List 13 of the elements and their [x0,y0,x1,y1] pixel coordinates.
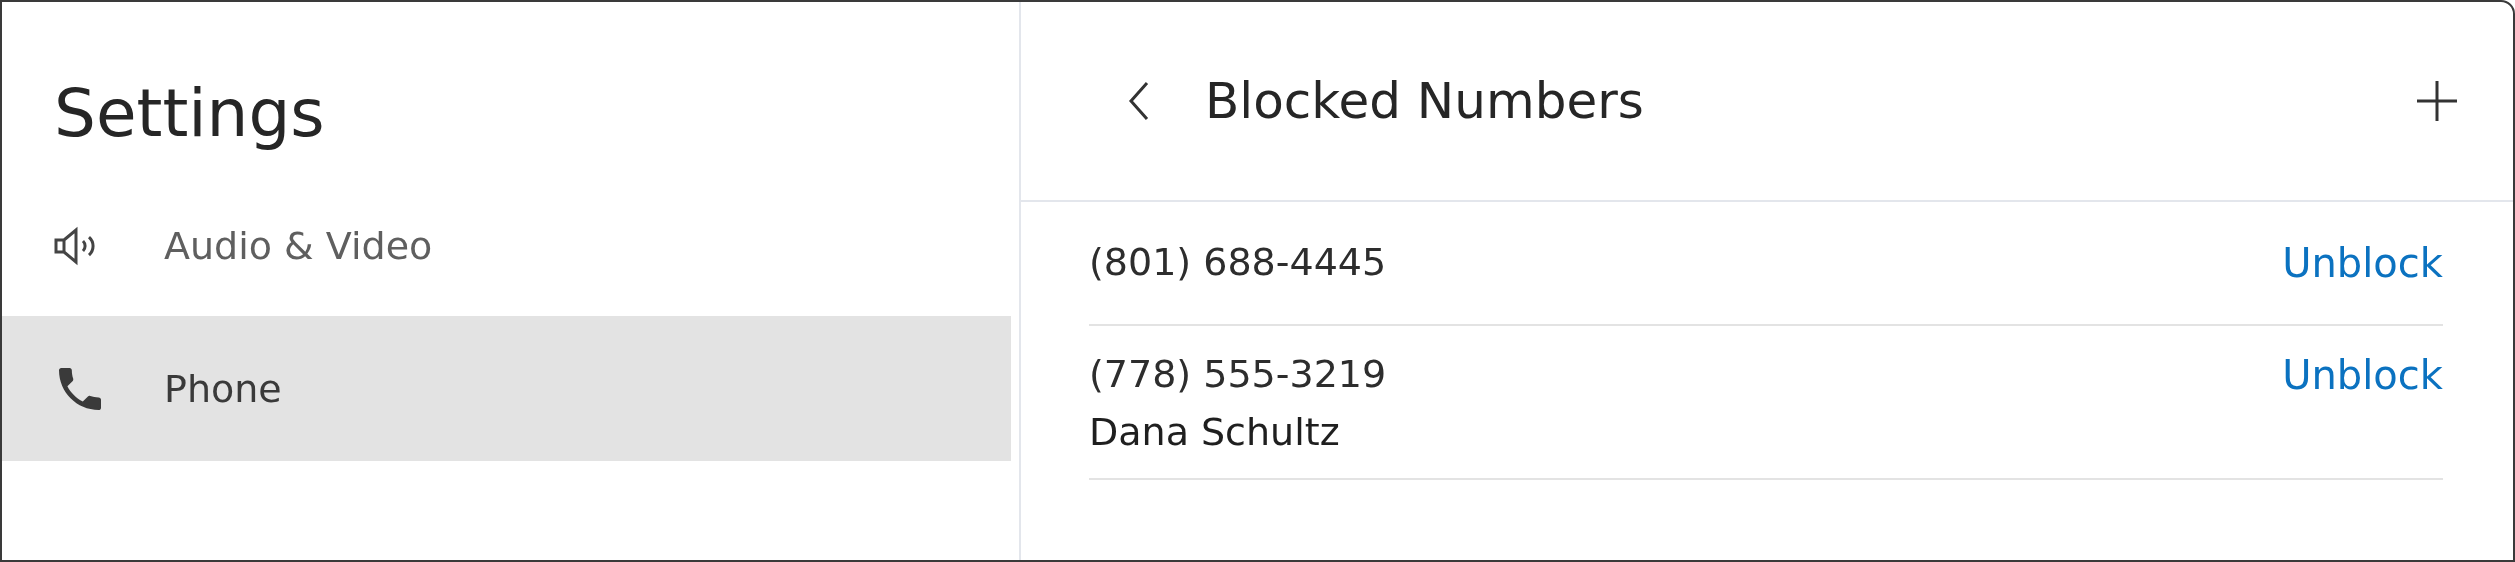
phone-number: (778) 555-3219 [1089,352,1387,396]
phone-number: (801) 688-4445 [1089,240,1387,284]
unblock-link[interactable]: Unblock [2282,240,2443,286]
sidebar-item-label: Phone [164,366,282,411]
contact-name: Dana Schultz [1089,410,1341,454]
sidebar-item-label: Audio & Video [164,224,433,268]
sidebar-item[interactable]: Phone [2,316,1011,461]
unblock-link[interactable]: Unblock [2282,352,2443,398]
sidebar-item[interactable]: Audio & Video [2,176,1011,316]
page-title: Blocked Numbers [1205,72,1645,130]
add-button[interactable] [2415,79,2459,123]
plus-icon [2415,79,2459,123]
settings-title: Settings [54,74,326,154]
